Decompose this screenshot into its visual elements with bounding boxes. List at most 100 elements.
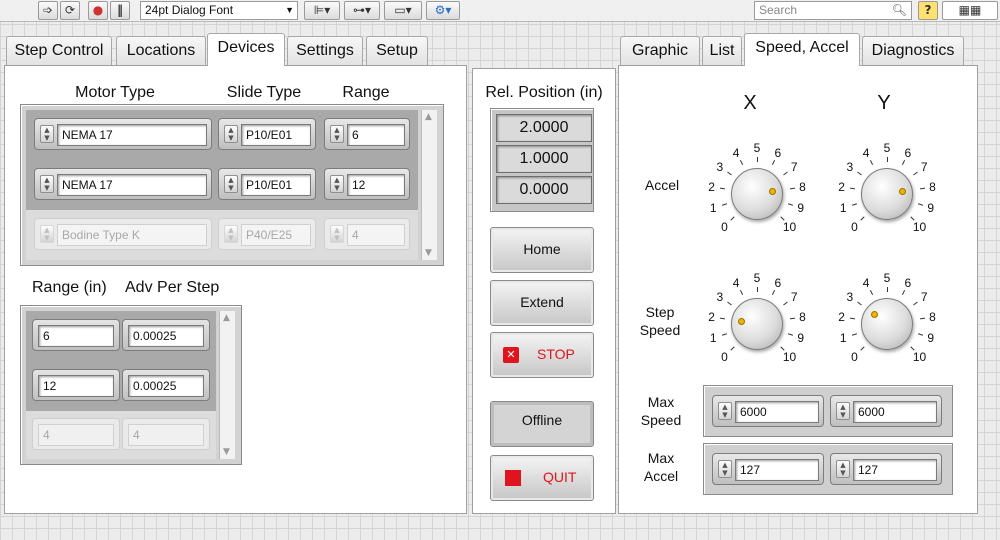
dial-scale-label: 8 bbox=[929, 179, 936, 194]
accel-y-knob[interactable]: 0 1 2 3 4 5 6 7 8 9 10 bbox=[812, 134, 962, 244]
offline-button[interactable]: Offline bbox=[490, 401, 594, 447]
spinner-icon[interactable]: ▲ ▼ bbox=[224, 175, 238, 193]
stop-button[interactable]: ✕ STOP bbox=[490, 332, 594, 378]
quit-button[interactable]: QUIT bbox=[490, 455, 594, 501]
run-arrow-icon[interactable]: ➩ bbox=[38, 1, 58, 20]
devices-scrollbar[interactable]: ▲ ▼ bbox=[421, 110, 437, 260]
dial-scale-label: 8 bbox=[799, 179, 806, 194]
tab-step-control[interactable]: Step Control bbox=[6, 36, 112, 66]
search-icon[interactable]: 🔍︎ bbox=[892, 2, 907, 19]
tab-graphic[interactable]: Graphic bbox=[620, 36, 700, 66]
align-icon[interactable]: ⊫▾ bbox=[304, 1, 340, 20]
range-value: 4 bbox=[347, 224, 405, 246]
dial-scale-label: 5 bbox=[883, 271, 891, 285]
slide-type-select[interactable]: ▲ ▼ P10/E01 bbox=[218, 168, 316, 200]
dial-tick bbox=[771, 160, 775, 166]
accel-x-knob[interactable]: 0 1 2 3 4 5 6 7 8 9 10 bbox=[682, 134, 832, 244]
spinner-icon[interactable]: ▲ ▼ bbox=[836, 402, 850, 420]
dial-scale-label: 6 bbox=[774, 276, 782, 290]
spinner-icon[interactable]: ▲ ▼ bbox=[40, 125, 54, 143]
context-help-icon[interactable]: ▦▦ bbox=[942, 1, 998, 20]
dial-tick bbox=[901, 290, 905, 296]
dial-scale-label: 9 bbox=[797, 201, 805, 216]
dial-scale-label: 5 bbox=[753, 271, 761, 285]
scroll-down-icon[interactable]: ▼ bbox=[425, 248, 432, 258]
adv-indicator: 0.00025 bbox=[122, 319, 210, 351]
stop-square-icon bbox=[505, 470, 521, 486]
step-speed-y-knob[interactable]: 0 1 2 3 4 5 6 7 8 9 10 bbox=[812, 264, 962, 374]
slide-type-select[interactable]: ▲ ▼ P10/E01 bbox=[218, 118, 316, 150]
spinner-icon[interactable]: ▲ ▼ bbox=[330, 175, 344, 193]
dial-scale-label: 4 bbox=[862, 276, 870, 290]
help-icon[interactable]: ? bbox=[918, 1, 938, 20]
range-scrollbar[interactable]: ▲ ▼ bbox=[219, 311, 235, 459]
rel-position-value: 0.0000 bbox=[496, 176, 592, 204]
header-slide-type: Slide Type bbox=[226, 84, 302, 101]
header-motor-type: Motor Type bbox=[75, 84, 155, 101]
dial-scale-label: 1 bbox=[709, 201, 717, 216]
slide-type-select[interactable]: ▲ ▼ P40/E25 bbox=[218, 218, 316, 250]
dial-tick bbox=[856, 301, 862, 306]
tab-list[interactable]: List bbox=[702, 36, 742, 66]
dial-tick bbox=[726, 301, 732, 306]
range-control[interactable]: ▲ ▼ 6 bbox=[324, 118, 410, 150]
knob-body[interactable] bbox=[731, 168, 783, 220]
resize-icon[interactable]: ▭▾ bbox=[384, 1, 422, 20]
distribute-icon[interactable]: ⊶▾ bbox=[344, 1, 380, 20]
max-accel-x-control[interactable]: ▲ ▼ 127 bbox=[712, 453, 824, 485]
spinner-icon[interactable]: ▲ ▼ bbox=[718, 402, 732, 420]
dial-scale-label: 0 bbox=[851, 349, 858, 364]
abort-icon[interactable]: ● bbox=[88, 1, 108, 20]
dial-scale-label: 5 bbox=[883, 141, 891, 155]
dial-scale-label: 8 bbox=[929, 309, 936, 324]
col-y-label: Y bbox=[877, 92, 891, 114]
home-button[interactable]: Home bbox=[490, 227, 594, 273]
extend-button[interactable]: Extend bbox=[490, 280, 594, 326]
dial-tick bbox=[887, 156, 888, 162]
tab-locations[interactable]: Locations bbox=[116, 36, 206, 66]
spinner-icon[interactable]: ▲ ▼ bbox=[330, 125, 344, 143]
motor-type-select[interactable]: ▲ ▼ NEMA 17 bbox=[34, 118, 212, 150]
motor-type-select[interactable]: ▲ ▼ Bodine Type K bbox=[34, 218, 212, 250]
reorder-icon[interactable]: ⚙▾ bbox=[426, 1, 460, 20]
step-speed-label: Step Speed bbox=[639, 304, 681, 338]
spinner-icon[interactable]: ▲ ▼ bbox=[718, 460, 732, 478]
dial-scale-label: 0 bbox=[851, 219, 858, 234]
tab-devices[interactable]: Devices bbox=[207, 33, 285, 66]
max-speed-y-control[interactable]: ▲ ▼ 6000 bbox=[830, 395, 942, 427]
tab-settings[interactable]: Settings bbox=[287, 36, 363, 66]
search-input[interactable]: Search 🔍︎ bbox=[754, 1, 912, 20]
scroll-up-icon[interactable]: ▲ bbox=[223, 313, 230, 323]
spinner-icon[interactable]: ▲ ▼ bbox=[40, 225, 54, 243]
max-speed-x-control[interactable]: ▲ ▼ 6000 bbox=[712, 395, 824, 427]
step-speed-x-knob[interactable]: 0 1 2 3 4 5 6 7 8 9 10 bbox=[682, 264, 832, 374]
knob-body[interactable] bbox=[861, 298, 913, 350]
tab-diagnostics[interactable]: Diagnostics bbox=[862, 36, 964, 66]
dial-scale-label: 9 bbox=[927, 201, 935, 216]
tab-speed-accel[interactable]: Speed, Accel bbox=[744, 33, 860, 66]
spinner-icon[interactable]: ▲ ▼ bbox=[40, 175, 54, 193]
knob-indicator bbox=[870, 311, 878, 319]
dial-scale-label: 6 bbox=[774, 146, 782, 160]
dial-scale-label: 1 bbox=[839, 331, 847, 346]
tab-setup[interactable]: Setup bbox=[366, 36, 428, 66]
range-control[interactable]: ▲ ▼ 4 bbox=[324, 218, 410, 250]
max-accel-y-control[interactable]: ▲ ▼ 127 bbox=[830, 453, 942, 485]
scroll-down-icon[interactable]: ▼ bbox=[223, 447, 230, 457]
font-select[interactable]: 24pt Dialog Font ▼ bbox=[140, 1, 298, 20]
spinner-icon[interactable]: ▲ ▼ bbox=[330, 225, 344, 243]
header-range: Range bbox=[342, 84, 390, 101]
knob-body[interactable] bbox=[861, 168, 913, 220]
scroll-up-icon[interactable]: ▲ bbox=[425, 112, 432, 122]
range-value: 6 bbox=[38, 325, 114, 347]
run-continuous-icon[interactable]: ⟳ bbox=[60, 1, 80, 20]
dial-scale-label: 9 bbox=[797, 331, 805, 346]
motor-type-select[interactable]: ▲ ▼ NEMA 17 bbox=[34, 168, 212, 200]
spinner-icon[interactable]: ▲ ▼ bbox=[224, 125, 238, 143]
spinner-icon[interactable]: ▲ ▼ bbox=[224, 225, 238, 243]
dial-scale-label: 2 bbox=[838, 179, 845, 194]
rel-position-value: 2.0000 bbox=[496, 114, 592, 142]
range-control[interactable]: ▲ ▼ 12 bbox=[324, 168, 410, 200]
pause-icon[interactable]: ‖ bbox=[110, 1, 130, 20]
spinner-icon[interactable]: ▲ ▼ bbox=[836, 460, 850, 478]
